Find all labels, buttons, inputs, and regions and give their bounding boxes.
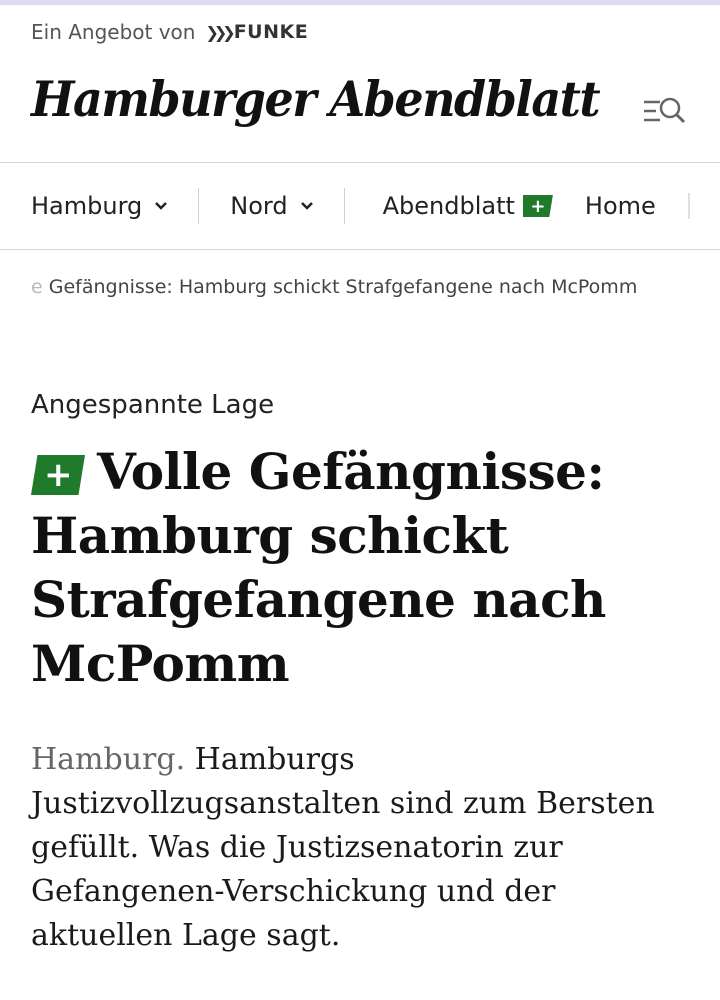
- nav-item-nord[interactable]: Nord: [230, 192, 313, 220]
- top-accent-line: [0, 0, 720, 5]
- chevron-down-icon: [300, 202, 313, 210]
- article-teaser: Hamburg. Hamburgs Justizvollzugsanstalte…: [31, 738, 691, 958]
- nav-separator: [343, 188, 345, 224]
- nav-label: Abendblatt: [382, 192, 515, 220]
- article-headline: + Volle Gefängnisse: Hamburg schickt Stra…: [31, 440, 691, 696]
- nav-divider: [0, 249, 720, 250]
- breadcrumb[interactable]: e Gefängnisse: Hamburg schickt Strafgefa…: [31, 276, 691, 298]
- main-nav: Hamburg Nord Abendblatt + Home: [0, 163, 720, 249]
- nav-label: Home: [584, 192, 656, 220]
- provider-line[interactable]: Ein Angebot von ❯❯❯ FUNKE: [31, 20, 308, 44]
- masthead-logo[interactable]: Hamburger Abendblatt: [31, 71, 601, 128]
- headline-text: Volle Gefängnisse: Hamburg schickt Straf…: [31, 442, 606, 693]
- plus-badge-icon: +: [31, 455, 85, 495]
- article-kicker: Angespannte Lage: [31, 390, 275, 420]
- breadcrumb-text: Gefängnisse: Hamburg schickt Strafgefang…: [48, 276, 638, 298]
- provider-prefix: Ein Angebot von: [31, 20, 196, 44]
- funke-logo: ❯❯❯ FUNKE: [205, 21, 308, 43]
- nav-overflow-hint: [687, 193, 690, 219]
- menu-search-icon[interactable]: [642, 94, 688, 128]
- chevron-down-icon: [155, 202, 168, 210]
- breadcrumb-fade: e: [31, 276, 49, 298]
- nav-item-home[interactable]: Home: [585, 192, 656, 220]
- nav-item-hamburg[interactable]: Hamburg: [31, 192, 168, 220]
- nav-label: Hamburg: [31, 192, 143, 220]
- funke-chevrons-icon: ❯❯❯: [205, 22, 235, 42]
- nav-separator: [198, 188, 200, 224]
- teaser-dateline: Hamburg.: [31, 742, 186, 777]
- nav-label: Nord: [230, 192, 288, 220]
- funke-brand: FUNKE: [233, 21, 309, 43]
- nav-item-abendblatt-plus[interactable]: Abendblatt +: [383, 192, 553, 220]
- plus-badge-icon: +: [522, 195, 553, 217]
